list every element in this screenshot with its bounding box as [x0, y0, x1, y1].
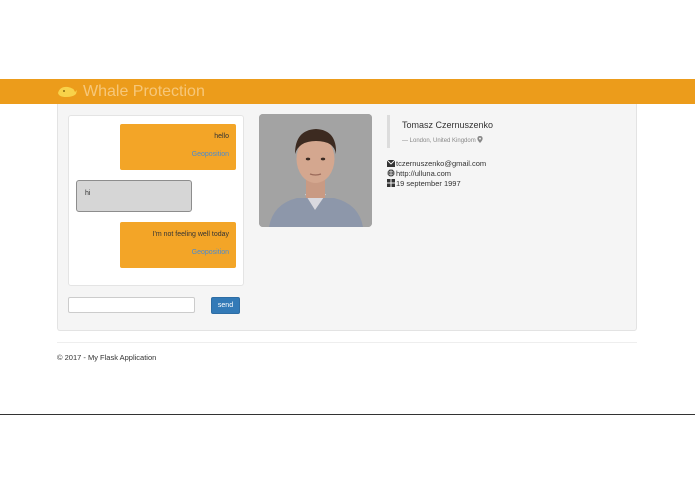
profile-location: — London, United Kingdom — [402, 136, 484, 144]
profile-header: Tomasz Czernuszenko — London, United Kin… — [387, 115, 537, 148]
birthday-row: 19 september 1997 — [387, 179, 461, 189]
profile-location-text: — London, United Kingdom — [402, 138, 476, 144]
profile-website[interactable]: http://ulluna.com — [396, 169, 451, 178]
envelope-icon — [386, 159, 396, 167]
message-text: hi — [85, 190, 91, 197]
chat-message-outgoing: I'm not feeling well today Geoposition — [120, 222, 236, 268]
message-text: I'm not feeling well today — [152, 231, 229, 238]
birthday-icon — [387, 179, 395, 187]
email-row: tczernuszenko@gmail.com — [386, 159, 486, 169]
profile-email[interactable]: tczernuszenko@gmail.com — [396, 159, 486, 168]
chat-panel: hello Geoposition hi I'm not feeling wel… — [68, 115, 244, 286]
chat-message-incoming: hi — [76, 180, 192, 212]
whale-icon[interactable] — [57, 84, 77, 99]
geoposition-link[interactable]: Geoposition — [192, 249, 229, 256]
chat-message-outgoing: hello Geoposition — [120, 124, 236, 170]
navbar: Whale Protection — [0, 79, 695, 104]
avatar — [259, 114, 372, 227]
footer-copyright: © 2017 - My Flask Application — [57, 353, 157, 362]
geoposition-link[interactable]: Geoposition — [192, 151, 229, 158]
globe-icon — [387, 169, 395, 177]
brand-title[interactable]: Whale Protection — [83, 82, 205, 101]
map-marker-icon — [477, 136, 484, 143]
message-text: hello — [214, 133, 229, 140]
message-input[interactable] — [68, 297, 195, 313]
footer-divider — [57, 342, 637, 343]
profile-birthday: 19 september 1997 — [396, 179, 461, 188]
page-bottom-border — [0, 414, 695, 415]
website-row: http://ulluna.com — [387, 169, 451, 179]
send-button[interactable]: send — [211, 297, 240, 314]
profile-name: Tomasz Czernuszenko — [402, 120, 494, 130]
